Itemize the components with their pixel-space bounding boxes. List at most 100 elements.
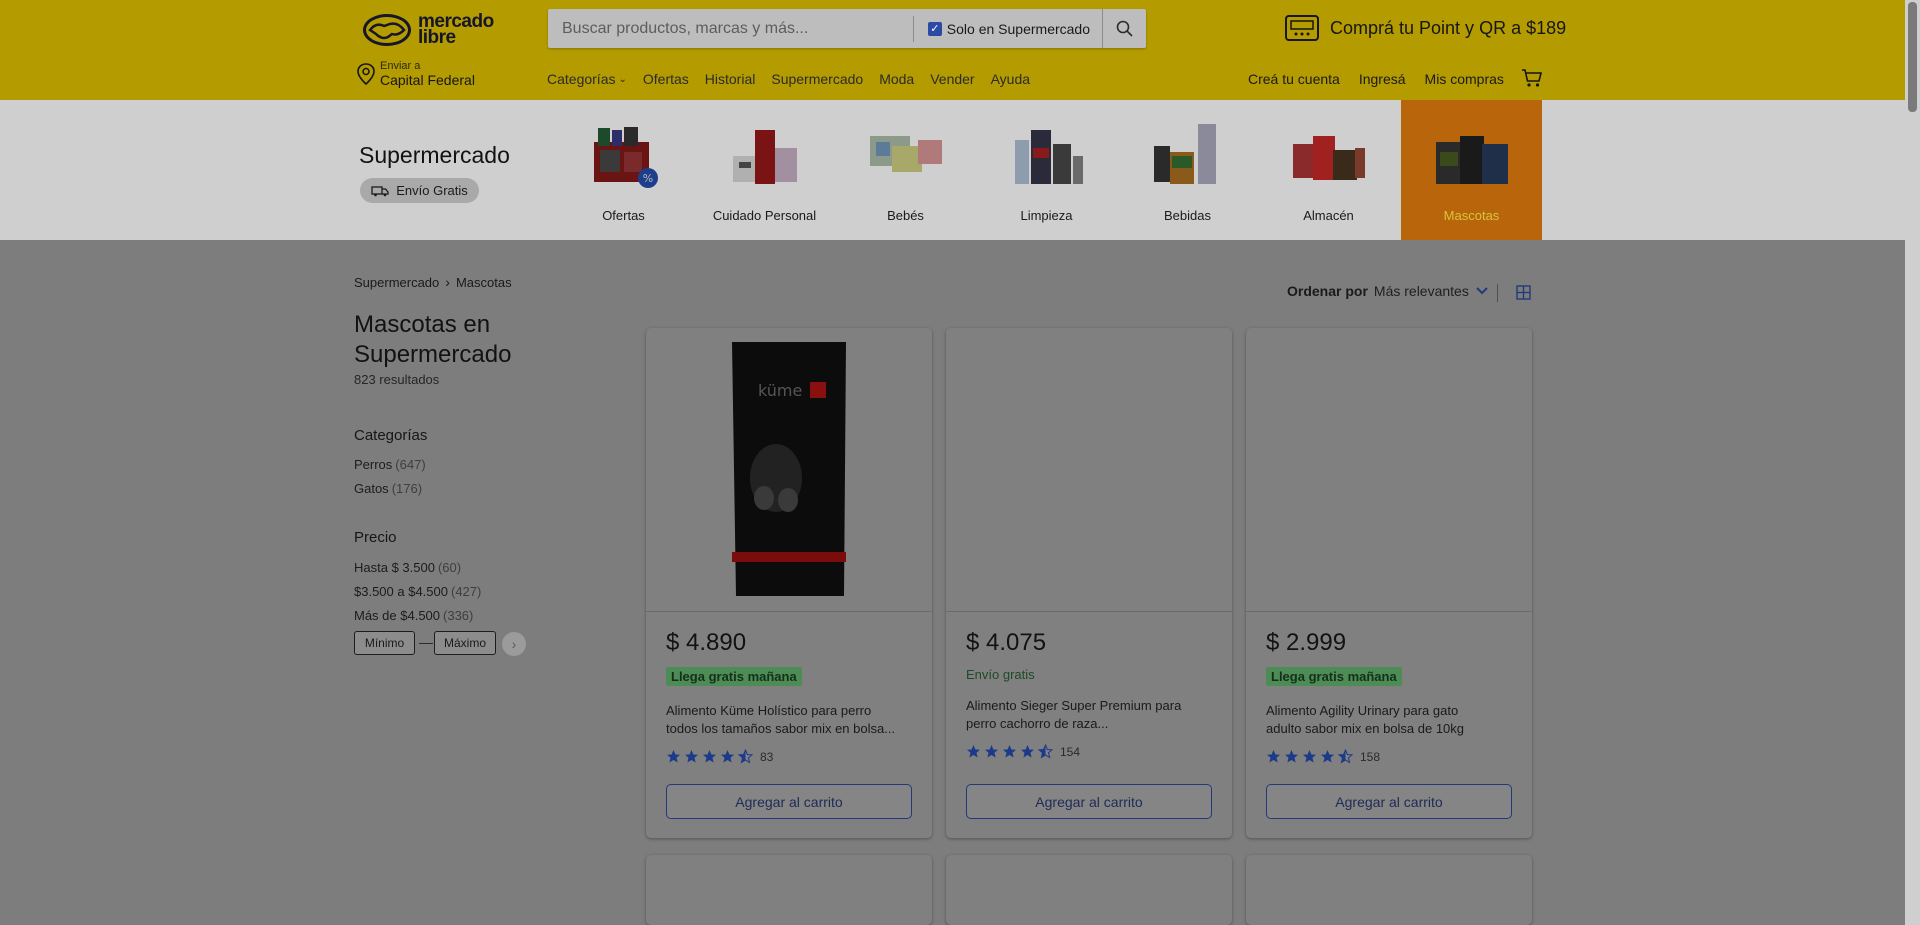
product-title[interactable]: Alimento Agility Urinary para gato adulto… — [1266, 702, 1516, 738]
supermercado-category-strip: Supermercado Envío Gratis % Ofertas Cuid… — [0, 100, 1905, 240]
category-cuidado-personal[interactable]: Cuidado Personal — [694, 100, 835, 240]
bebes-diapers-image — [869, 136, 942, 172]
star-full-icon — [1321, 750, 1334, 763]
product-image-area[interactable]: küme — [646, 328, 932, 612]
product-price: $ 4.075 — [966, 629, 1047, 656]
star-full-icon — [1285, 750, 1298, 763]
shipping-location[interactable]: Enviar a Capital Federal — [356, 60, 475, 88]
product-card[interactable]: küme $ 4.890 Llega gratis mañana Aliment… — [646, 328, 932, 838]
price-min-input[interactable]: Mínimo — [354, 631, 415, 655]
search-button[interactable] — [1102, 9, 1146, 48]
sort-value: Más relevantes — [1373, 283, 1469, 299]
product-card[interactable]: $ 2.999 Llega gratis mañana Alimento Agi… — [1246, 328, 1532, 838]
nav-moda[interactable]: Moda — [879, 71, 914, 87]
product-rating: 83 — [666, 749, 773, 764]
create-account-link[interactable]: Creá tu cuenta — [1248, 71, 1340, 87]
category-bebes[interactable]: Bebés — [835, 100, 976, 240]
chevron-down-icon: ⌄ — [618, 73, 627, 85]
category-almacen[interactable]: Almacén — [1258, 100, 1399, 240]
product-title[interactable]: Alimento Küme Holístico para perro todos … — [666, 702, 916, 738]
location-pin-icon — [357, 63, 375, 86]
chevron-right-icon: › — [511, 636, 517, 652]
breadcrumb-mascotas[interactable]: Mascotas — [456, 275, 512, 290]
star-half-icon — [1338, 749, 1353, 764]
enviar-location: Capital Federal — [380, 72, 475, 88]
solo-supermercado-toggle[interactable]: ✓ Solo en Supermercado — [914, 21, 1102, 37]
star-full-icon — [1003, 745, 1016, 758]
nav-ofertas[interactable]: Ofertas — [643, 71, 689, 87]
star-full-icon — [1021, 745, 1034, 758]
star-full-icon — [985, 745, 998, 758]
product-title[interactable]: Alimento Sieger Super Premium para perro … — [966, 697, 1216, 733]
solo-supermercado-label: Solo en Supermercado — [946, 20, 1090, 37]
checkbox-checked-icon[interactable]: ✓ — [927, 21, 942, 36]
star-half-icon — [738, 749, 753, 764]
search-input[interactable] — [548, 9, 913, 48]
filter-precio-title: Precio — [354, 529, 397, 546]
point-promo[interactable]: Comprá tu Point y QR a $189 — [1284, 13, 1566, 43]
price-apply-button[interactable]: › — [502, 632, 526, 656]
shipping-badge: Llega gratis mañana — [666, 667, 802, 686]
envio-gratis-pill[interactable]: Envío Gratis — [360, 178, 479, 203]
ofertas-basket-image: % — [593, 127, 658, 188]
nav-supermercado[interactable]: Supermercado — [771, 71, 863, 87]
star-full-icon — [721, 750, 734, 763]
almacen-groceries-image — [1292, 136, 1365, 180]
chevron-right-icon: › — [445, 274, 450, 290]
nav-ayuda[interactable]: Ayuda — [991, 71, 1030, 87]
category-ofertas[interactable]: % Ofertas — [553, 100, 694, 240]
truck-icon — [371, 185, 389, 196]
shipping-badge: Llega gratis mañana — [1266, 667, 1402, 686]
category-label: Mascotas — [1443, 208, 1500, 223]
filter-perros[interactable]: Perros (647) — [354, 457, 426, 472]
add-to-cart-button[interactable]: Agregar al carrito — [966, 784, 1212, 819]
scrollbar-thumb[interactable] — [1908, 2, 1917, 112]
point-device-icon — [1285, 15, 1319, 41]
page-title: Mascotas en Supermercado — [354, 311, 512, 368]
grid-view-icon[interactable] — [1516, 285, 1531, 300]
filter-categorias-title: Categorías — [354, 427, 428, 444]
product-card[interactable] — [946, 855, 1232, 925]
category-limpieza[interactable]: Limpieza — [976, 100, 1117, 240]
sort-control[interactable]: Ordenar por Más relevantes — [1287, 283, 1488, 299]
product-card[interactable] — [646, 855, 932, 925]
cuidado-personal-image — [732, 130, 797, 184]
mascotas-petfood-image — [1435, 136, 1508, 184]
nav-categorias[interactable]: Categorías ⌄ — [547, 71, 627, 87]
price-max-input[interactable]: Máximo — [434, 631, 496, 655]
star-full-icon — [1267, 750, 1280, 763]
breadcrumb: Supermercado › Mascotas — [354, 274, 512, 290]
cart-icon[interactable] — [1521, 67, 1543, 89]
category-label: Limpieza — [1020, 208, 1073, 223]
star-full-icon — [685, 750, 698, 763]
my-purchases-link[interactable]: Mis compras — [1425, 71, 1504, 87]
shipping-badge: Envío gratis — [966, 667, 1035, 682]
account-nav: Creá tu cuenta Ingresá Mis compras — [1248, 71, 1523, 87]
category-bebidas[interactable]: Bebidas — [1117, 100, 1258, 240]
nav-vender[interactable]: Vender — [930, 71, 974, 87]
product-card[interactable]: $ 4.075 Envío gratis Alimento Sieger Sup… — [946, 328, 1232, 838]
category-label: Almacén — [1303, 208, 1354, 223]
filter-price-hasta[interactable]: Hasta $ 3.500 (60) — [354, 560, 461, 575]
kume-dog-food-bag-image: küme — [732, 342, 846, 596]
filter-price-range[interactable]: $3.500 a $4.500 (427) — [354, 584, 481, 599]
nav-historial[interactable]: Historial — [705, 71, 756, 87]
limpieza-products-image — [1014, 130, 1083, 184]
strip-title: Supermercado — [359, 142, 510, 168]
product-image-area[interactable] — [1246, 328, 1532, 612]
page-scrollbar[interactable] — [1905, 0, 1920, 925]
category-mascotas[interactable]: Mascotas — [1401, 100, 1542, 240]
filter-gatos[interactable]: Gatos (176) — [354, 481, 422, 496]
mercadolibre-logo[interactable]: mercado libre — [362, 10, 502, 50]
breadcrumb-supermercado[interactable]: Supermercado — [354, 275, 439, 290]
product-image-area[interactable] — [946, 328, 1232, 612]
add-to-cart-button[interactable]: Agregar al carrito — [1266, 784, 1512, 819]
svg-text:küme: küme — [758, 381, 802, 400]
product-card[interactable] — [1246, 855, 1532, 925]
login-link[interactable]: Ingresá — [1359, 71, 1406, 87]
search-bar: ✓ Solo en Supermercado — [548, 9, 1146, 48]
sort-label: Ordenar por — [1287, 283, 1368, 299]
results-count: 823 resultados — [354, 372, 440, 387]
add-to-cart-button[interactable]: Agregar al carrito — [666, 784, 912, 819]
filter-price-mas[interactable]: Más de $4.500 (336) — [354, 608, 473, 623]
